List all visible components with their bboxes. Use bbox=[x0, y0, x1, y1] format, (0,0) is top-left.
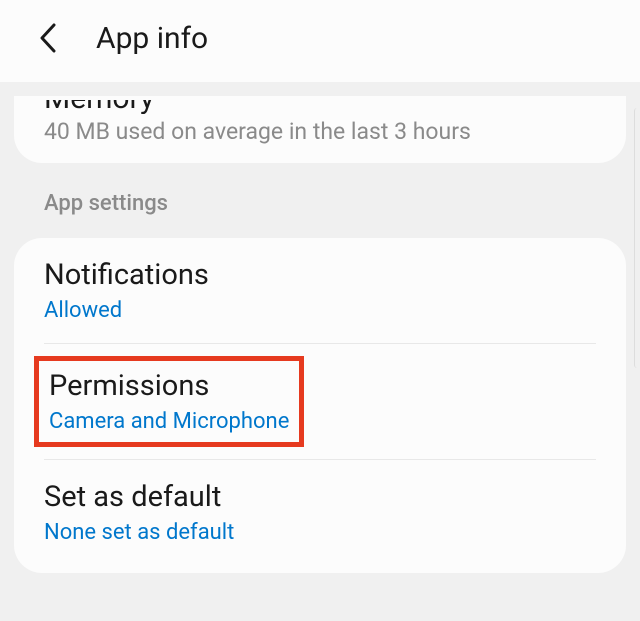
app-settings-card: Notifications Allowed Permissions Camera… bbox=[14, 238, 626, 573]
section-header-app-settings: App settings bbox=[0, 171, 640, 230]
back-button[interactable] bbox=[28, 18, 68, 58]
notifications-row[interactable]: Notifications Allowed bbox=[14, 238, 626, 343]
memory-row[interactable]: Memory 40 MB used on average in the last… bbox=[14, 96, 626, 163]
set-default-row[interactable]: Set as default None set as default bbox=[14, 460, 626, 565]
permissions-title: Permissions bbox=[49, 369, 289, 403]
permissions-row[interactable]: Permissions Camera and Microphone bbox=[14, 344, 626, 459]
notifications-subtext: Allowed bbox=[44, 298, 596, 323]
permissions-subtext: Camera and Microphone bbox=[49, 409, 289, 434]
scrollbar[interactable] bbox=[634, 108, 640, 368]
set-default-subtext: None set as default bbox=[44, 520, 596, 545]
permissions-highlight: Permissions Camera and Microphone bbox=[34, 356, 304, 447]
notifications-title: Notifications bbox=[44, 258, 596, 292]
set-default-title: Set as default bbox=[44, 480, 596, 514]
memory-subtext: 40 MB used on average in the last 3 hour… bbox=[44, 118, 596, 145]
page-title: App info bbox=[96, 21, 208, 56]
app-bar: App info bbox=[0, 0, 640, 82]
chevron-left-icon bbox=[39, 23, 57, 53]
memory-title-clipped: Memory bbox=[44, 100, 596, 114]
